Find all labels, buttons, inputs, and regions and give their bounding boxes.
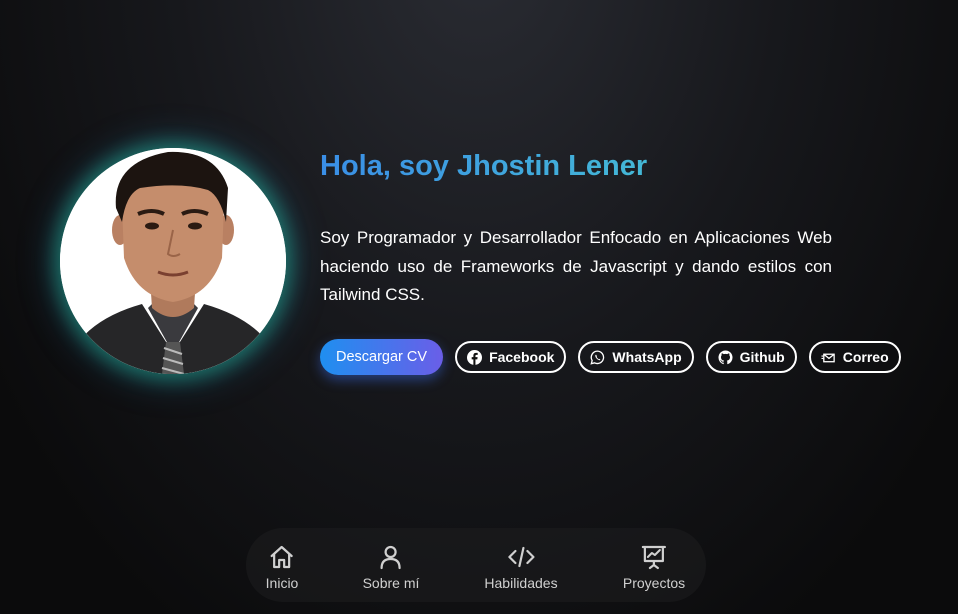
presentation-chart-icon: [639, 542, 669, 572]
nav-label-sobre-mi: Sobre mí: [362, 575, 420, 591]
nav-item-habilidades[interactable]: Habilidades: [484, 542, 558, 591]
facebook-label: Facebook: [489, 349, 555, 365]
nav-label-inicio: Inicio: [265, 575, 299, 591]
github-label: Github: [739, 349, 785, 365]
nav-item-sobre-mi[interactable]: Sobre mí: [362, 542, 420, 591]
nav-item-inicio[interactable]: Inicio: [265, 542, 299, 591]
whatsapp-button[interactable]: WhatsApp: [578, 341, 694, 373]
profile-photo: [60, 148, 286, 374]
home-icon: [267, 542, 297, 572]
user-icon: [376, 542, 406, 572]
mail-icon: [821, 350, 836, 365]
bottom-navigation: Inicio Sobre mí Habilidades Proyectos: [246, 528, 706, 602]
facebook-button[interactable]: Facebook: [455, 341, 567, 373]
nav-item-proyectos[interactable]: Proyectos: [623, 542, 685, 591]
code-icon: [506, 542, 536, 572]
hero-bio: Soy Programador y Desarrollador Enfocado…: [320, 228, 832, 304]
whatsapp-label: WhatsApp: [612, 349, 682, 365]
download-cv-button[interactable]: Descargar CV: [320, 339, 444, 375]
profile-avatar: [60, 148, 286, 374]
github-icon: [718, 349, 733, 365]
hero-greeting: Hola, soy Jhostin Lener: [320, 150, 648, 182]
github-button[interactable]: Github: [705, 341, 797, 373]
hero-actions: Descargar CV Facebook WhatsApp Github Co…: [320, 339, 913, 375]
nav-label-habilidades: Habilidades: [484, 575, 558, 591]
whatsapp-icon: [590, 349, 605, 365]
email-button[interactable]: Correo: [808, 341, 901, 373]
email-label: Correo: [842, 349, 889, 365]
nav-label-proyectos: Proyectos: [622, 575, 686, 591]
facebook-icon: [467, 349, 483, 365]
